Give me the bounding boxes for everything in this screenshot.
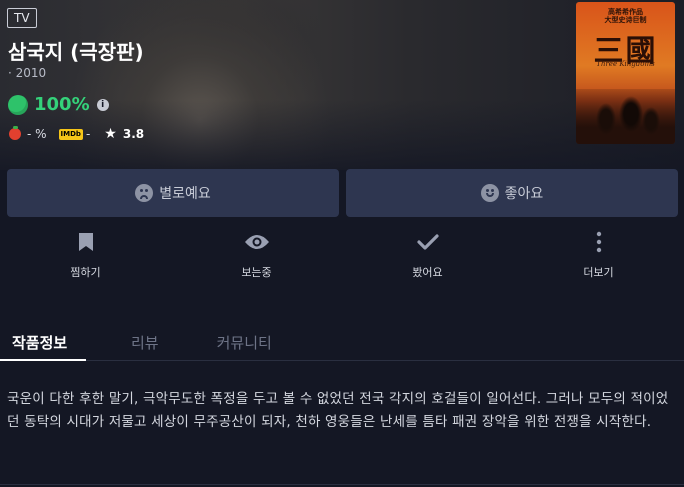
poster-image[interactable]: 高希希作品 大型史诗巨制 三國 Three Kingdoms [576, 2, 675, 144]
match-score: 100% [34, 94, 90, 115]
sad-face-icon [135, 184, 154, 202]
star-rating: 3.8 [122, 127, 145, 141]
ratings-row: - % IMDb - ★ 3.8 [9, 126, 144, 142]
action-bar: 찜하기 보는중 봤어요 더보기 [0, 230, 684, 284]
watching-label: 보는중 [241, 266, 272, 279]
type-badge: TV [7, 8, 37, 28]
checkmark-icon [416, 230, 439, 254]
more-vertical-icon [596, 230, 602, 254]
tab-community[interactable]: 커뮤니티 [217, 332, 272, 361]
release-year: · 2010 [8, 66, 47, 80]
dislike-button[interactable]: 별로예요 [7, 169, 339, 217]
reaction-buttons: 별로예요 좋아요 [7, 169, 678, 217]
bookmark-button[interactable]: 찜하기 [0, 230, 171, 284]
divider [0, 484, 684, 485]
imdb-score: - [85, 127, 91, 141]
poster-top-text: 高希希作品 大型史诗巨制 [604, 8, 647, 24]
more-label: 더보기 [583, 266, 614, 279]
star-icon: ★ [104, 126, 117, 142]
imdb-icon: IMDb [58, 128, 83, 140]
more-button[interactable]: 더보기 [513, 230, 684, 284]
dislike-label: 별로예요 [159, 186, 211, 202]
info-icon[interactable]: i [96, 98, 109, 111]
score-circle-icon [8, 94, 28, 115]
tab-reviews[interactable]: 리뷰 [131, 332, 159, 361]
tomato-score: - % [27, 127, 47, 141]
page-title: 삼국지 (극장판) [8, 40, 144, 64]
tomato-icon [9, 126, 21, 140]
watching-button[interactable]: 보는중 [171, 230, 342, 284]
watched-label: 봤어요 [412, 266, 443, 279]
score-row: 100% i [8, 94, 109, 115]
bookmark-icon [78, 230, 94, 254]
bookmark-label: 찜하기 [70, 266, 101, 279]
like-label: 좋아요 [504, 186, 544, 202]
poster-subtitle: Three Kingdoms [596, 60, 655, 68]
like-button[interactable]: 좋아요 [346, 169, 678, 217]
content-tabs: 작품정보 리뷰 커뮤니티 [0, 332, 684, 361]
eye-icon [244, 230, 270, 254]
watched-button[interactable]: 봤어요 [342, 230, 513, 284]
tab-info[interactable]: 작품정보 [0, 332, 86, 361]
happy-face-icon [480, 184, 499, 202]
poster-army-art [576, 89, 675, 144]
synopsis-text: 국운이 다한 후한 말기, 극악무도한 폭정을 두고 볼 수 없었던 전국 각지… [7, 391, 669, 430]
